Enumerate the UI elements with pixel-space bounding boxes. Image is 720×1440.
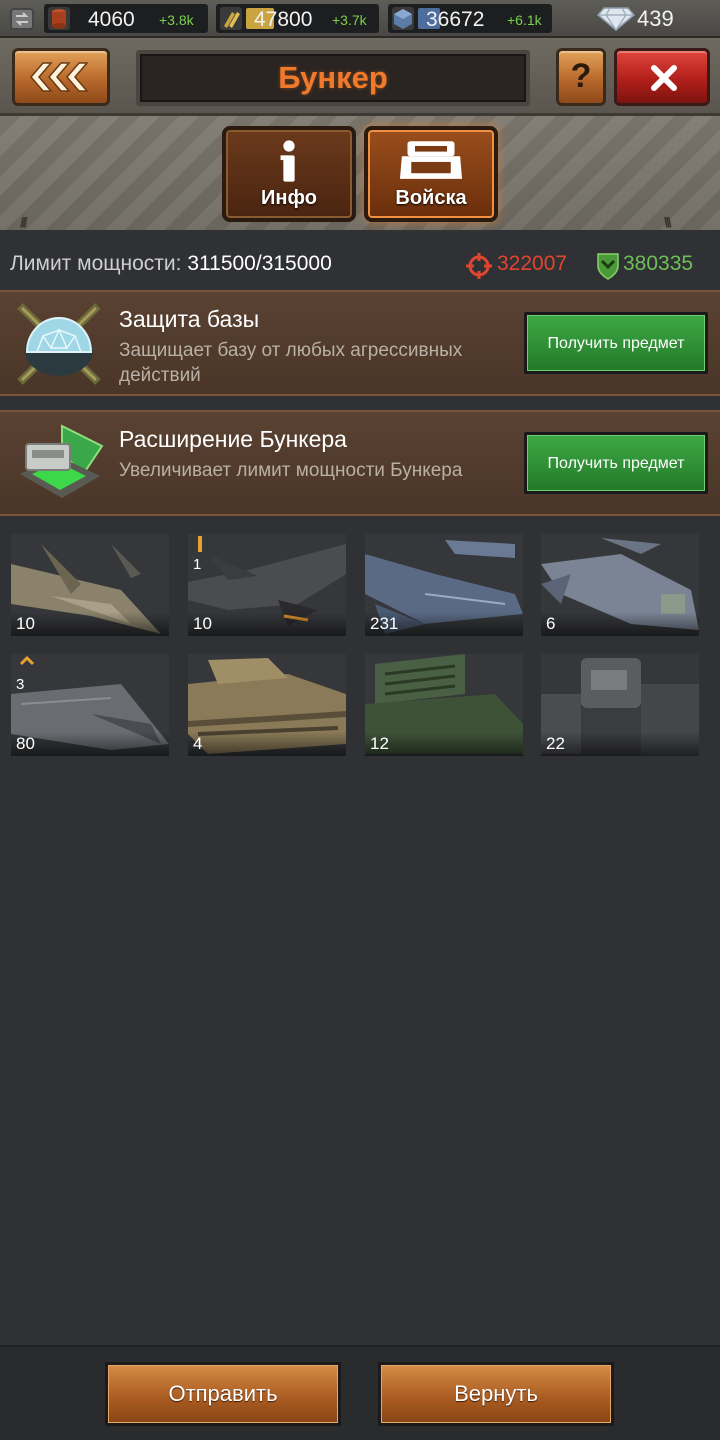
food-resource[interactable]: 4060 +3.8k <box>44 4 208 33</box>
defense-value: 380335 <box>623 252 694 275</box>
question-icon: ? <box>570 57 592 95</box>
help-button[interactable]: ? <box>556 48 606 106</box>
tab-troops[interactable]: Войска <box>364 126 498 222</box>
troop-count: 10 <box>11 612 169 636</box>
ammo-income: +3.7k <box>332 12 367 28</box>
back-button[interactable] <box>12 48 110 106</box>
ammo-icon <box>220 7 242 30</box>
decor-slashes-right: \\\ <box>664 214 672 230</box>
troop-count: 12 <box>365 732 523 756</box>
troop-count: 6 <box>541 612 699 636</box>
get-item-button[interactable]: Получить предмет <box>524 312 708 374</box>
decor-slashes-left: /// <box>20 214 28 230</box>
base-shield-icon <box>17 303 101 385</box>
troop-slot[interactable]: 6 <box>541 534 699 636</box>
attack-value: 322007 <box>497 252 568 275</box>
close-button[interactable] <box>614 48 710 106</box>
rank-bar-icon <box>198 536 202 552</box>
troop-count: 22 <box>541 732 699 756</box>
send-button[interactable]: Отправить <box>105 1362 341 1426</box>
sync-icon[interactable] <box>8 6 36 32</box>
troop-slot[interactable]: 231 <box>365 534 523 636</box>
tab-info-label: Инфо <box>261 187 317 209</box>
power-row: Лимит мощности: 311500/315000 322007 380… <box>0 242 720 288</box>
tab-info[interactable]: Инфо <box>222 126 356 222</box>
return-button[interactable]: Вернуть <box>378 1362 614 1426</box>
return-button-label: Вернуть <box>381 1365 611 1423</box>
tab-troops-label: Войска <box>395 187 467 209</box>
bunker-expansion-icon <box>20 424 104 498</box>
item-description: Увеличивает лимит мощности Бункера <box>119 460 463 481</box>
power-limit: Лимит мощности: 311500/315000 <box>10 252 332 276</box>
metal-value: 36672 <box>426 8 485 31</box>
item-description: Защищает базу от любых агрессивных дейст… <box>119 340 463 386</box>
chevron-up-icon <box>19 655 35 666</box>
triple-chevron-left-icon <box>30 62 89 92</box>
get-item-button[interactable]: Получить предмет <box>524 432 708 494</box>
info-icon <box>280 140 295 182</box>
food-value: 4060 <box>88 8 135 31</box>
troop-slot[interactable]: 22 <box>541 654 699 756</box>
send-button-label: Отправить <box>108 1365 338 1423</box>
bottom-bar: Отправить Вернуть <box>0 1345 720 1440</box>
metal-income: +6.1k <box>507 12 542 28</box>
item-title: Защита базы <box>119 306 260 332</box>
metal-resource[interactable]: 36672 +6.1k <box>388 4 552 33</box>
food-income: +3.8k <box>159 12 194 28</box>
header-strip: Бункер ? <box>0 38 720 116</box>
ammo-resource[interactable]: 47800 +3.7k <box>216 4 379 33</box>
power-limit-value: 311500/315000 <box>187 252 332 275</box>
page-title: Бункер <box>278 60 388 95</box>
troop-count: 4 <box>188 732 346 756</box>
get-item-button-label: Получить предмет <box>527 435 705 491</box>
troop-count: 10 <box>188 612 346 636</box>
troop-slot[interactable]: 1 10 <box>188 534 346 636</box>
item-title: Расширение Бункера <box>119 426 347 452</box>
troops-bunker-icon <box>399 141 463 179</box>
resource-bar: 4060 +3.8k 47800 +3.7k 36672 +6.1k 439 <box>0 0 720 38</box>
troop-slot[interactable]: 12 <box>365 654 523 756</box>
diamond-icon[interactable] <box>596 4 636 32</box>
ammo-value: 47800 <box>254 8 313 31</box>
header: Бункер ? /// \\\ Инфо Войска <box>0 38 720 230</box>
item-card-bunker-expansion: Расширение Бункера Увеличивает лимит мощ… <box>0 410 720 516</box>
crosshair-icon <box>466 253 492 279</box>
food-barrel-icon <box>48 7 70 30</box>
shield-icon <box>597 253 619 280</box>
troop-slot[interactable]: 3 80 <box>11 654 169 756</box>
troop-slot[interactable]: 10 <box>11 534 169 636</box>
get-item-button-label: Получить предмет <box>527 315 705 371</box>
troop-count: 231 <box>365 612 523 636</box>
troop-level: 3 <box>16 676 25 693</box>
item-card-base-protection: Защита базы Защищает базу от любых агрес… <box>0 290 720 396</box>
troop-count: 80 <box>11 732 169 756</box>
diamond-value: 439 <box>637 6 674 31</box>
power-limit-label: Лимит мощности: <box>10 252 182 275</box>
troop-slot[interactable]: 4 <box>188 654 346 756</box>
metal-cube-icon <box>392 7 414 30</box>
close-icon <box>651 65 677 91</box>
troop-level: 1 <box>193 556 202 573</box>
title-box: Бункер <box>136 50 530 106</box>
